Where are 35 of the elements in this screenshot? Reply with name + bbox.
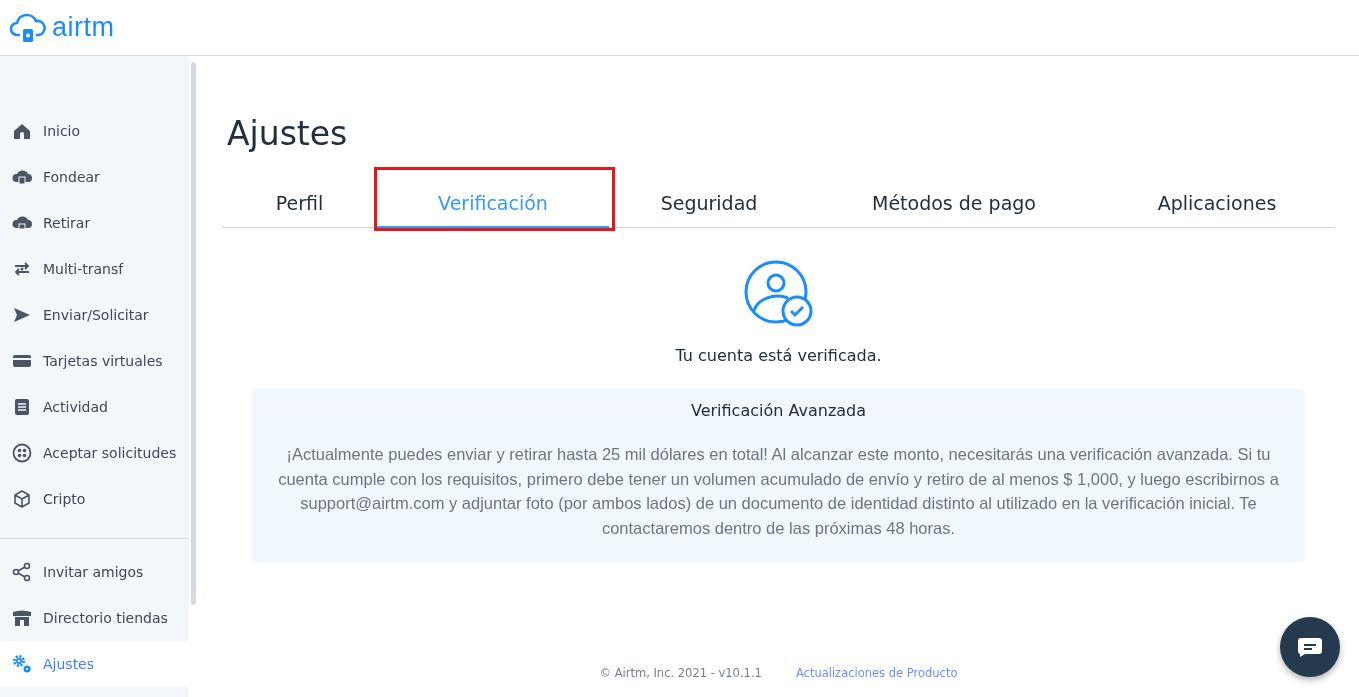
tab[interactable]: Perfil xyxy=(222,179,377,227)
chat-button[interactable] xyxy=(1280,617,1340,677)
logo-text: airtm xyxy=(52,12,115,43)
scrollbar[interactable] xyxy=(191,62,196,605)
tab[interactable]: Métodos de pago xyxy=(809,179,1099,227)
cloud-icon xyxy=(12,167,32,187)
sidebar-item[interactable]: Invitar amigos xyxy=(0,549,189,595)
cloud-logo-icon xyxy=(10,12,46,43)
sidebar-item[interactable]: Tarjetas virtuales xyxy=(0,338,189,384)
settings-icon xyxy=(12,654,32,674)
share-icon xyxy=(12,562,32,582)
chat-icon xyxy=(1297,637,1323,657)
sidebar-item[interactable]: Actividad xyxy=(0,384,189,430)
sidebar-item[interactable]: Fondear xyxy=(0,154,189,200)
tab[interactable]: Aplicaciones xyxy=(1099,179,1335,227)
sidebar-item[interactable]: Cripto xyxy=(0,476,189,522)
store-icon xyxy=(12,608,32,628)
sidebar-item[interactable]: Retirar xyxy=(0,200,189,246)
sidebar-item[interactable]: Aceptar solicitudes xyxy=(0,430,189,476)
send-icon xyxy=(12,305,32,325)
cube-icon xyxy=(12,489,32,509)
tab[interactable]: Seguridad xyxy=(609,179,809,227)
sidebar-item[interactable]: Inicio xyxy=(0,108,189,154)
page-title: Ajustes xyxy=(227,114,349,153)
card-title: Verificación Avanzada xyxy=(689,401,868,420)
status-message: Tu cuenta está verificada. xyxy=(675,346,882,365)
sidebar-item[interactable]: Multi-transf xyxy=(0,246,189,292)
sidebar-item[interactable]: Directorio tiendas xyxy=(0,595,189,641)
sidebar-item[interactable]: Ajustes xyxy=(0,641,189,687)
card-text: ¡Actualmente puedes enviar y retirar hasta 25 mil dólares en total! Al alcanzar este monto, necesitarás una verificación avanzada. Si tu cuenta cumple con los requisitos, primero debe tener un volumen acumulado de envío y retiro de al menos $ 1,000, y luego escribirnos a support@airtm.com y adjuntar foto (por ambos lados) de un documento de identidad distinto al utilizado en la verificación inicial. Te contactaremos dentro de las próximas 48 horas. xyxy=(277,444,1280,539)
list-icon xyxy=(12,397,32,417)
sidebar-item[interactable]: Enviar/Solicitar xyxy=(0,292,189,338)
house-icon xyxy=(12,121,32,141)
dots-circle-icon xyxy=(12,443,32,463)
copyright-text: © Airtm, Inc. 2021 - v10.1.1 xyxy=(599,666,762,680)
